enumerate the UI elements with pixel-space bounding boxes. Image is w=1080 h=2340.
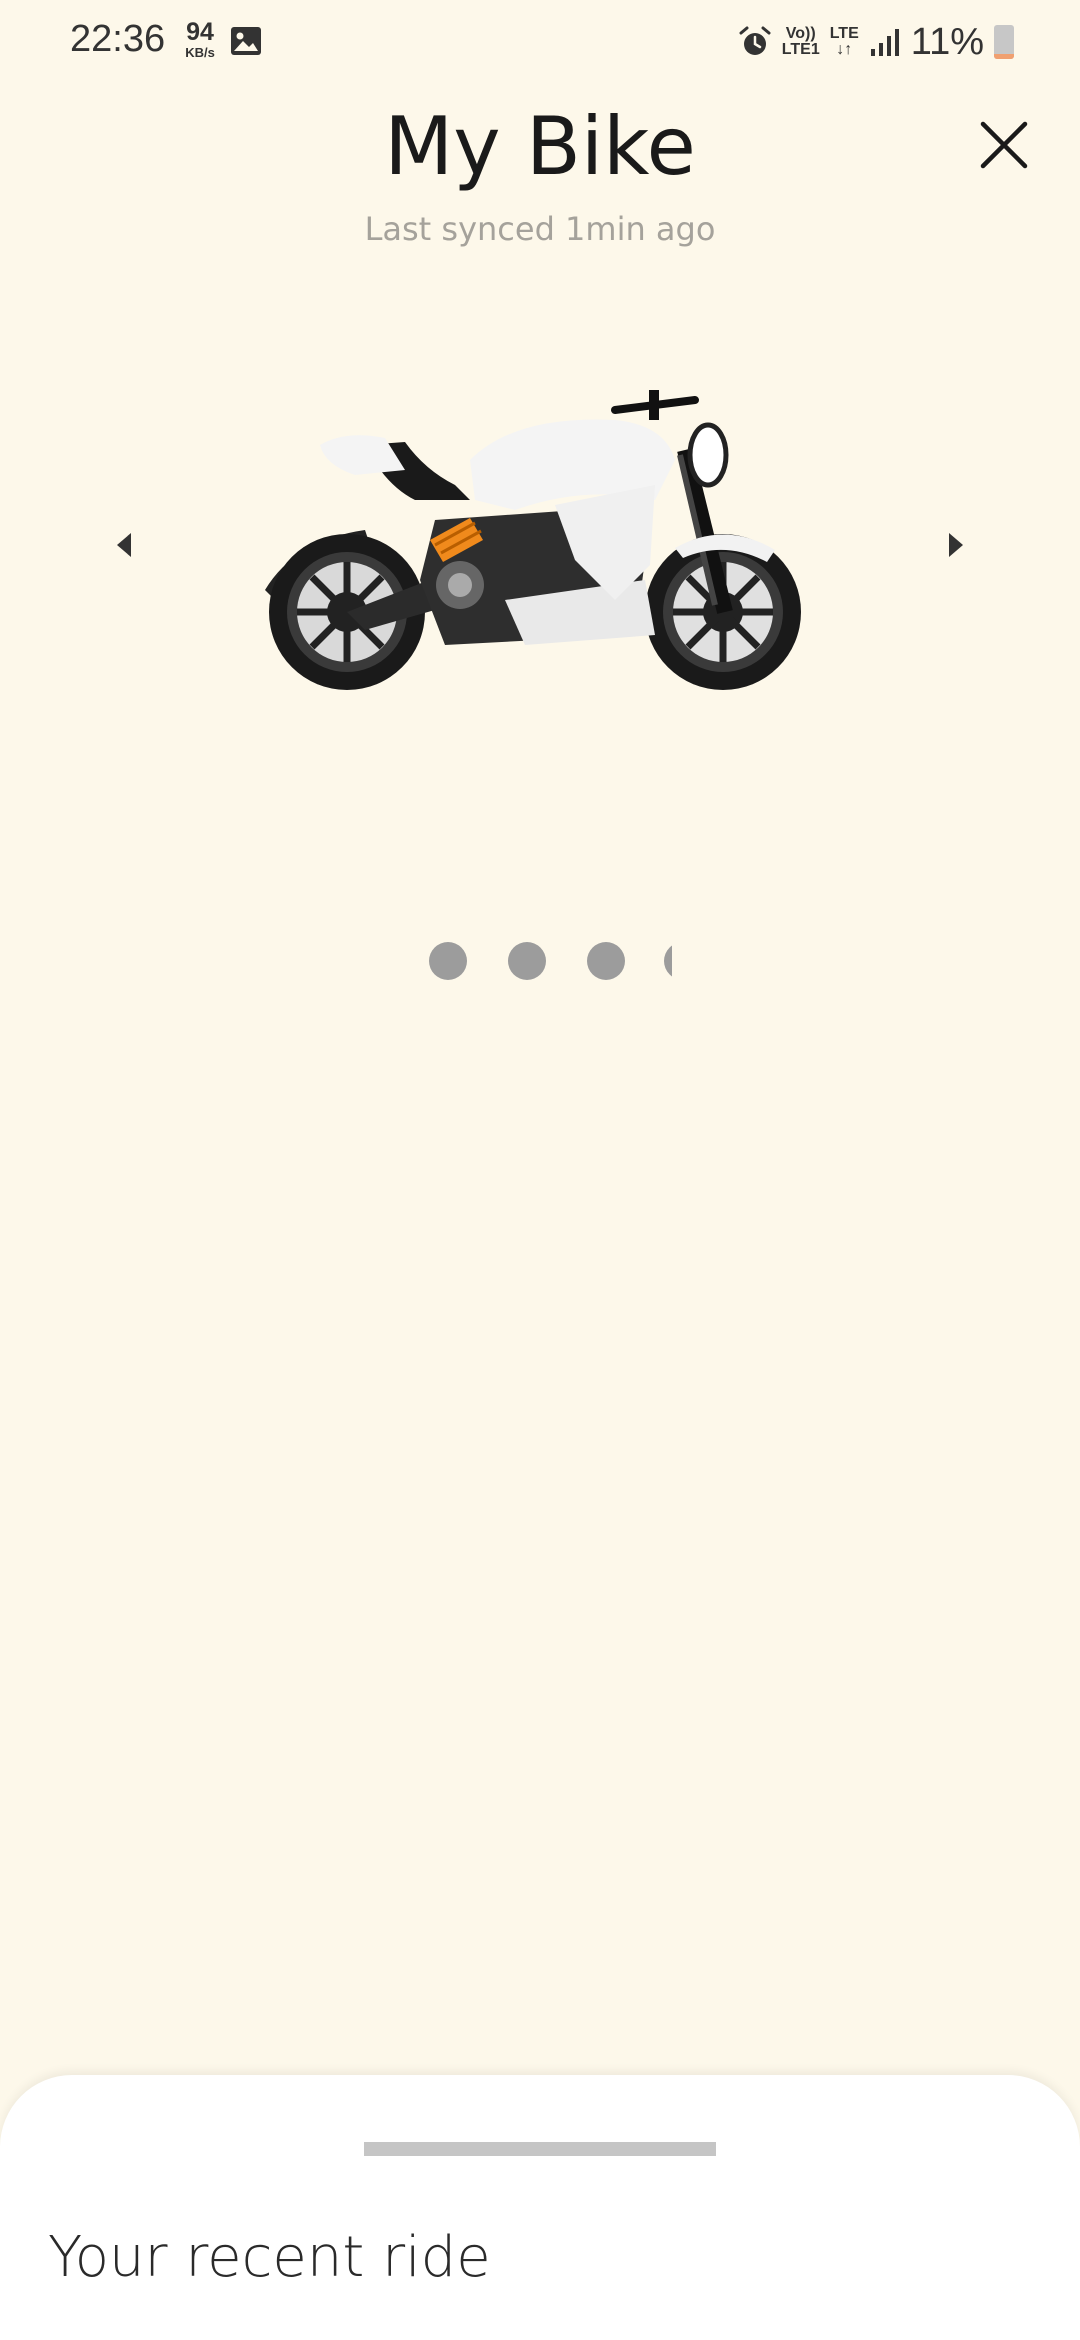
page-dot-partial[interactable]: [664, 942, 672, 980]
lte-arrows-icon: ↓↑: [836, 41, 853, 58]
page-dot[interactable]: [508, 942, 546, 980]
lte-indicator: LTE ↓↑: [830, 26, 859, 58]
sheet-title: Your recent ride: [48, 2225, 491, 2290]
motorcycle-image: [265, 390, 801, 690]
page-indicator: [0, 942, 1080, 982]
page-dot[interactable]: [587, 942, 625, 980]
status-bar: 22:36 94 KB/s Vo)) LTE1 LTE ↓↑ 11%: [0, 0, 1080, 84]
network-speed: 94 KB/s: [178, 18, 222, 60]
volte-indicator: Vo)) LTE1: [782, 26, 820, 58]
alarm-icon: [739, 26, 771, 55]
network-speed-value: 94: [186, 18, 214, 46]
battery-icon: [994, 25, 1014, 59]
volte-bottom: LTE1: [781, 41, 820, 58]
sheet-drag-handle[interactable]: [364, 2142, 716, 2156]
page-dot[interactable]: [429, 942, 467, 980]
gallery-icon: [231, 27, 261, 55]
recent-ride-sheet[interactable]: Your recent ride: [0, 2075, 1080, 2340]
bike-carousel[interactable]: [0, 370, 1080, 710]
lte-label: LTE: [829, 25, 859, 42]
battery-percent: 11%: [910, 20, 984, 63]
network-speed-unit: KB/s: [185, 45, 215, 60]
status-time: 22:36: [70, 18, 166, 60]
volte-top: Vo)): [785, 25, 816, 42]
status-icons: Vo)) LTE1 LTE ↓↑ 11%: [738, 20, 1014, 64]
chevron-right-icon[interactable]: [935, 525, 975, 565]
signal-icon: [870, 29, 899, 56]
close-icon[interactable]: [975, 116, 1033, 174]
last-synced-text: Last synced 1min ago: [364, 210, 716, 248]
chevron-left-icon[interactable]: [105, 525, 145, 565]
page-title: My Bike: [384, 100, 696, 193]
